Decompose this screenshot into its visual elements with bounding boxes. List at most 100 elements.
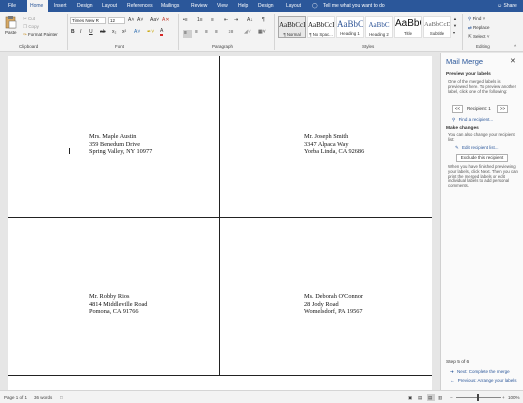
styles-scroll-up-icon[interactable]: ▲ — [453, 16, 457, 22]
superscript-icon[interactable]: x² — [122, 29, 126, 36]
highlight-icon[interactable]: ✒˅ — [147, 29, 154, 36]
lightbulb-icon: ◯ — [312, 3, 318, 9]
style-no-spacing[interactable]: AaBbCcI ¶ No Spac... — [307, 16, 335, 38]
step-indicator: Step 5 of 6 — [446, 360, 470, 365]
document-page[interactable]: Mrs. Maple Austin 359 Benedum Drive Spri… — [8, 56, 432, 390]
label-cell[interactable]: Mr. Robby Rios 4814 Middleville Road Pom… — [89, 293, 147, 316]
page-count[interactable]: Page 1 of 1 — [4, 395, 27, 400]
zoom-level[interactable]: 100% — [508, 395, 520, 400]
edit-list-icon: ✎ — [455, 145, 459, 150]
subscript-icon[interactable]: x₂ — [112, 29, 116, 36]
select-button[interactable]: ⇱ Select ˅ — [468, 34, 489, 40]
zoom-out-icon[interactable]: − — [450, 395, 453, 400]
table-row-divider — [8, 217, 432, 218]
exclude-label: Exclude this recipient — [460, 155, 504, 160]
next-step-link[interactable]: ➜ Next: Complete the merge — [450, 369, 510, 375]
italic-icon[interactable]: I — [80, 29, 81, 36]
close-icon[interactable]: ✕ — [510, 57, 516, 65]
replace-button[interactable]: ⇄ Replace — [468, 25, 490, 31]
format-painter-button[interactable]: ✑ Format Painter — [23, 32, 58, 38]
change-case-icon[interactable]: Aa˅ — [150, 17, 159, 24]
label-cell[interactable]: Ms. Deborah O'Connor 28 Jody Road Womels… — [304, 293, 363, 316]
recipient-counter: Recipient: 1 — [467, 106, 491, 111]
tell-me-box[interactable]: ◯ Tell me what you want to do — [312, 0, 385, 12]
show-marks-icon[interactable]: ¶ — [262, 17, 265, 24]
label-cell[interactable]: Mrs. Maple Austin 359 Benedum Drive Spri… — [89, 133, 152, 156]
style-preview: AaBbC — [368, 21, 390, 29]
increase-indent-icon[interactable]: ⇥ — [234, 17, 238, 24]
tab-view[interactable]: View — [217, 0, 228, 12]
sort-icon[interactable]: A↓ — [247, 17, 253, 24]
align-right-icon[interactable]: ≡ — [205, 29, 208, 36]
tab-file[interactable]: File — [8, 0, 16, 12]
style-normal[interactable]: AaBbCcI ¶ Normal — [278, 16, 306, 38]
web-layout-icon[interactable]: ▥ — [438, 395, 442, 401]
tab-review[interactable]: Review — [191, 0, 207, 12]
copy-label: Copy — [28, 24, 39, 29]
line-spacing-icon[interactable]: ↕≡ — [228, 29, 233, 36]
proofing-icon[interactable]: □ — [60, 395, 63, 400]
copy-button[interactable]: ❐ Copy — [23, 24, 39, 30]
text-effects-icon[interactable]: A˅ — [134, 29, 140, 36]
style-heading-2[interactable]: AaBbC Heading 2 — [365, 16, 393, 38]
read-mode-icon[interactable]: ▤ — [418, 395, 422, 401]
tab-table-design[interactable]: Design — [258, 0, 274, 12]
find-button[interactable]: ⚲ Find ˅ — [468, 16, 485, 22]
tab-mailings[interactable]: Mailings — [161, 0, 179, 12]
decrease-indent-icon[interactable]: ⇤ — [224, 17, 228, 24]
find-label: Find — [472, 16, 482, 21]
clear-formatting-icon[interactable]: A✕ — [162, 17, 170, 24]
paste-button[interactable] — [5, 15, 17, 29]
styles-more-icon[interactable]: ▾ — [453, 30, 455, 36]
find-recipient-link[interactable]: ⚲ Find a recipient... — [452, 117, 493, 123]
tab-insert[interactable]: Insert — [54, 0, 67, 12]
label-line: Ms. Deborah O'Connor — [304, 293, 364, 300]
find-recipient-icon: ⚲ — [452, 117, 456, 122]
document-area: Mrs. Maple Austin 359 Benedum Drive Spri… — [0, 53, 440, 390]
word-count[interactable]: 36 words — [34, 395, 52, 400]
paragraph-group-label: Paragraph — [212, 44, 234, 49]
borders-icon[interactable]: ▦˅ — [258, 29, 266, 36]
group-divider — [274, 14, 275, 50]
bullets-icon[interactable]: •≡ — [183, 17, 188, 24]
edit-recipient-list-link[interactable]: ✎ Edit recipient list... — [455, 145, 499, 151]
justify-icon[interactable]: ≡ — [215, 29, 218, 36]
font-name-box[interactable]: Times New R — [70, 17, 106, 24]
tab-help[interactable]: Help — [238, 0, 248, 12]
share-button[interactable]: ☺ Share — [497, 0, 517, 12]
tab-table-layout[interactable]: Layout — [286, 0, 302, 12]
shading-icon[interactable]: ◢˅ — [244, 29, 251, 36]
multilevel-list-icon[interactable]: ≡ — [211, 17, 214, 24]
previous-step-link[interactable]: ← Previous: Arrange your labels — [450, 378, 517, 383]
align-center-icon[interactable]: ≡ — [195, 29, 198, 36]
shrink-font-icon[interactable]: A˅ — [137, 17, 143, 24]
cut-button[interactable]: ✂ Cut — [23, 16, 35, 22]
focus-mode-icon[interactable]: ▣ — [408, 395, 412, 401]
group-divider — [462, 14, 463, 50]
style-subtitle[interactable]: AaBbCcD Subtitle — [423, 16, 451, 38]
numbering-icon[interactable]: 1≡ — [197, 17, 203, 24]
style-heading-1[interactable]: AaBbC Heading 1 — [336, 16, 364, 38]
tab-layout[interactable]: Layout — [102, 0, 117, 12]
search-icon: ⚲ — [468, 16, 472, 21]
label-cell[interactable]: Mr. Joseph Smith 3347 Alpaca Way Yorba L… — [304, 133, 364, 156]
collapse-ribbon-icon[interactable]: ˄ — [514, 42, 516, 49]
bold-icon[interactable]: B — [71, 29, 75, 36]
exclude-recipient-button[interactable]: Exclude this recipient — [456, 154, 508, 162]
style-title[interactable]: AaBbC Title — [394, 16, 422, 38]
tab-references[interactable]: References — [127, 0, 153, 12]
tab-home[interactable]: Home — [27, 0, 48, 12]
underline-icon[interactable]: U — [89, 29, 93, 36]
zoom-in-icon[interactable]: + — [502, 395, 505, 400]
tab-design[interactable]: Design — [77, 0, 93, 12]
font-size-box[interactable]: 12 — [108, 17, 125, 24]
strikethrough-icon[interactable]: ab — [100, 29, 106, 36]
print-layout-button[interactable]: ▤ — [427, 394, 435, 401]
styles-scroll-down-icon[interactable]: ▼ — [453, 23, 457, 29]
font-color-icon[interactable]: A — [160, 29, 164, 36]
grow-font-icon[interactable]: A˄ — [128, 17, 134, 24]
align-left-button[interactable]: ≡ — [183, 30, 192, 38]
zoom-slider-thumb[interactable] — [477, 394, 479, 401]
next-recipient-button[interactable]: >> — [497, 105, 508, 113]
previous-recipient-button[interactable]: << — [452, 105, 463, 113]
